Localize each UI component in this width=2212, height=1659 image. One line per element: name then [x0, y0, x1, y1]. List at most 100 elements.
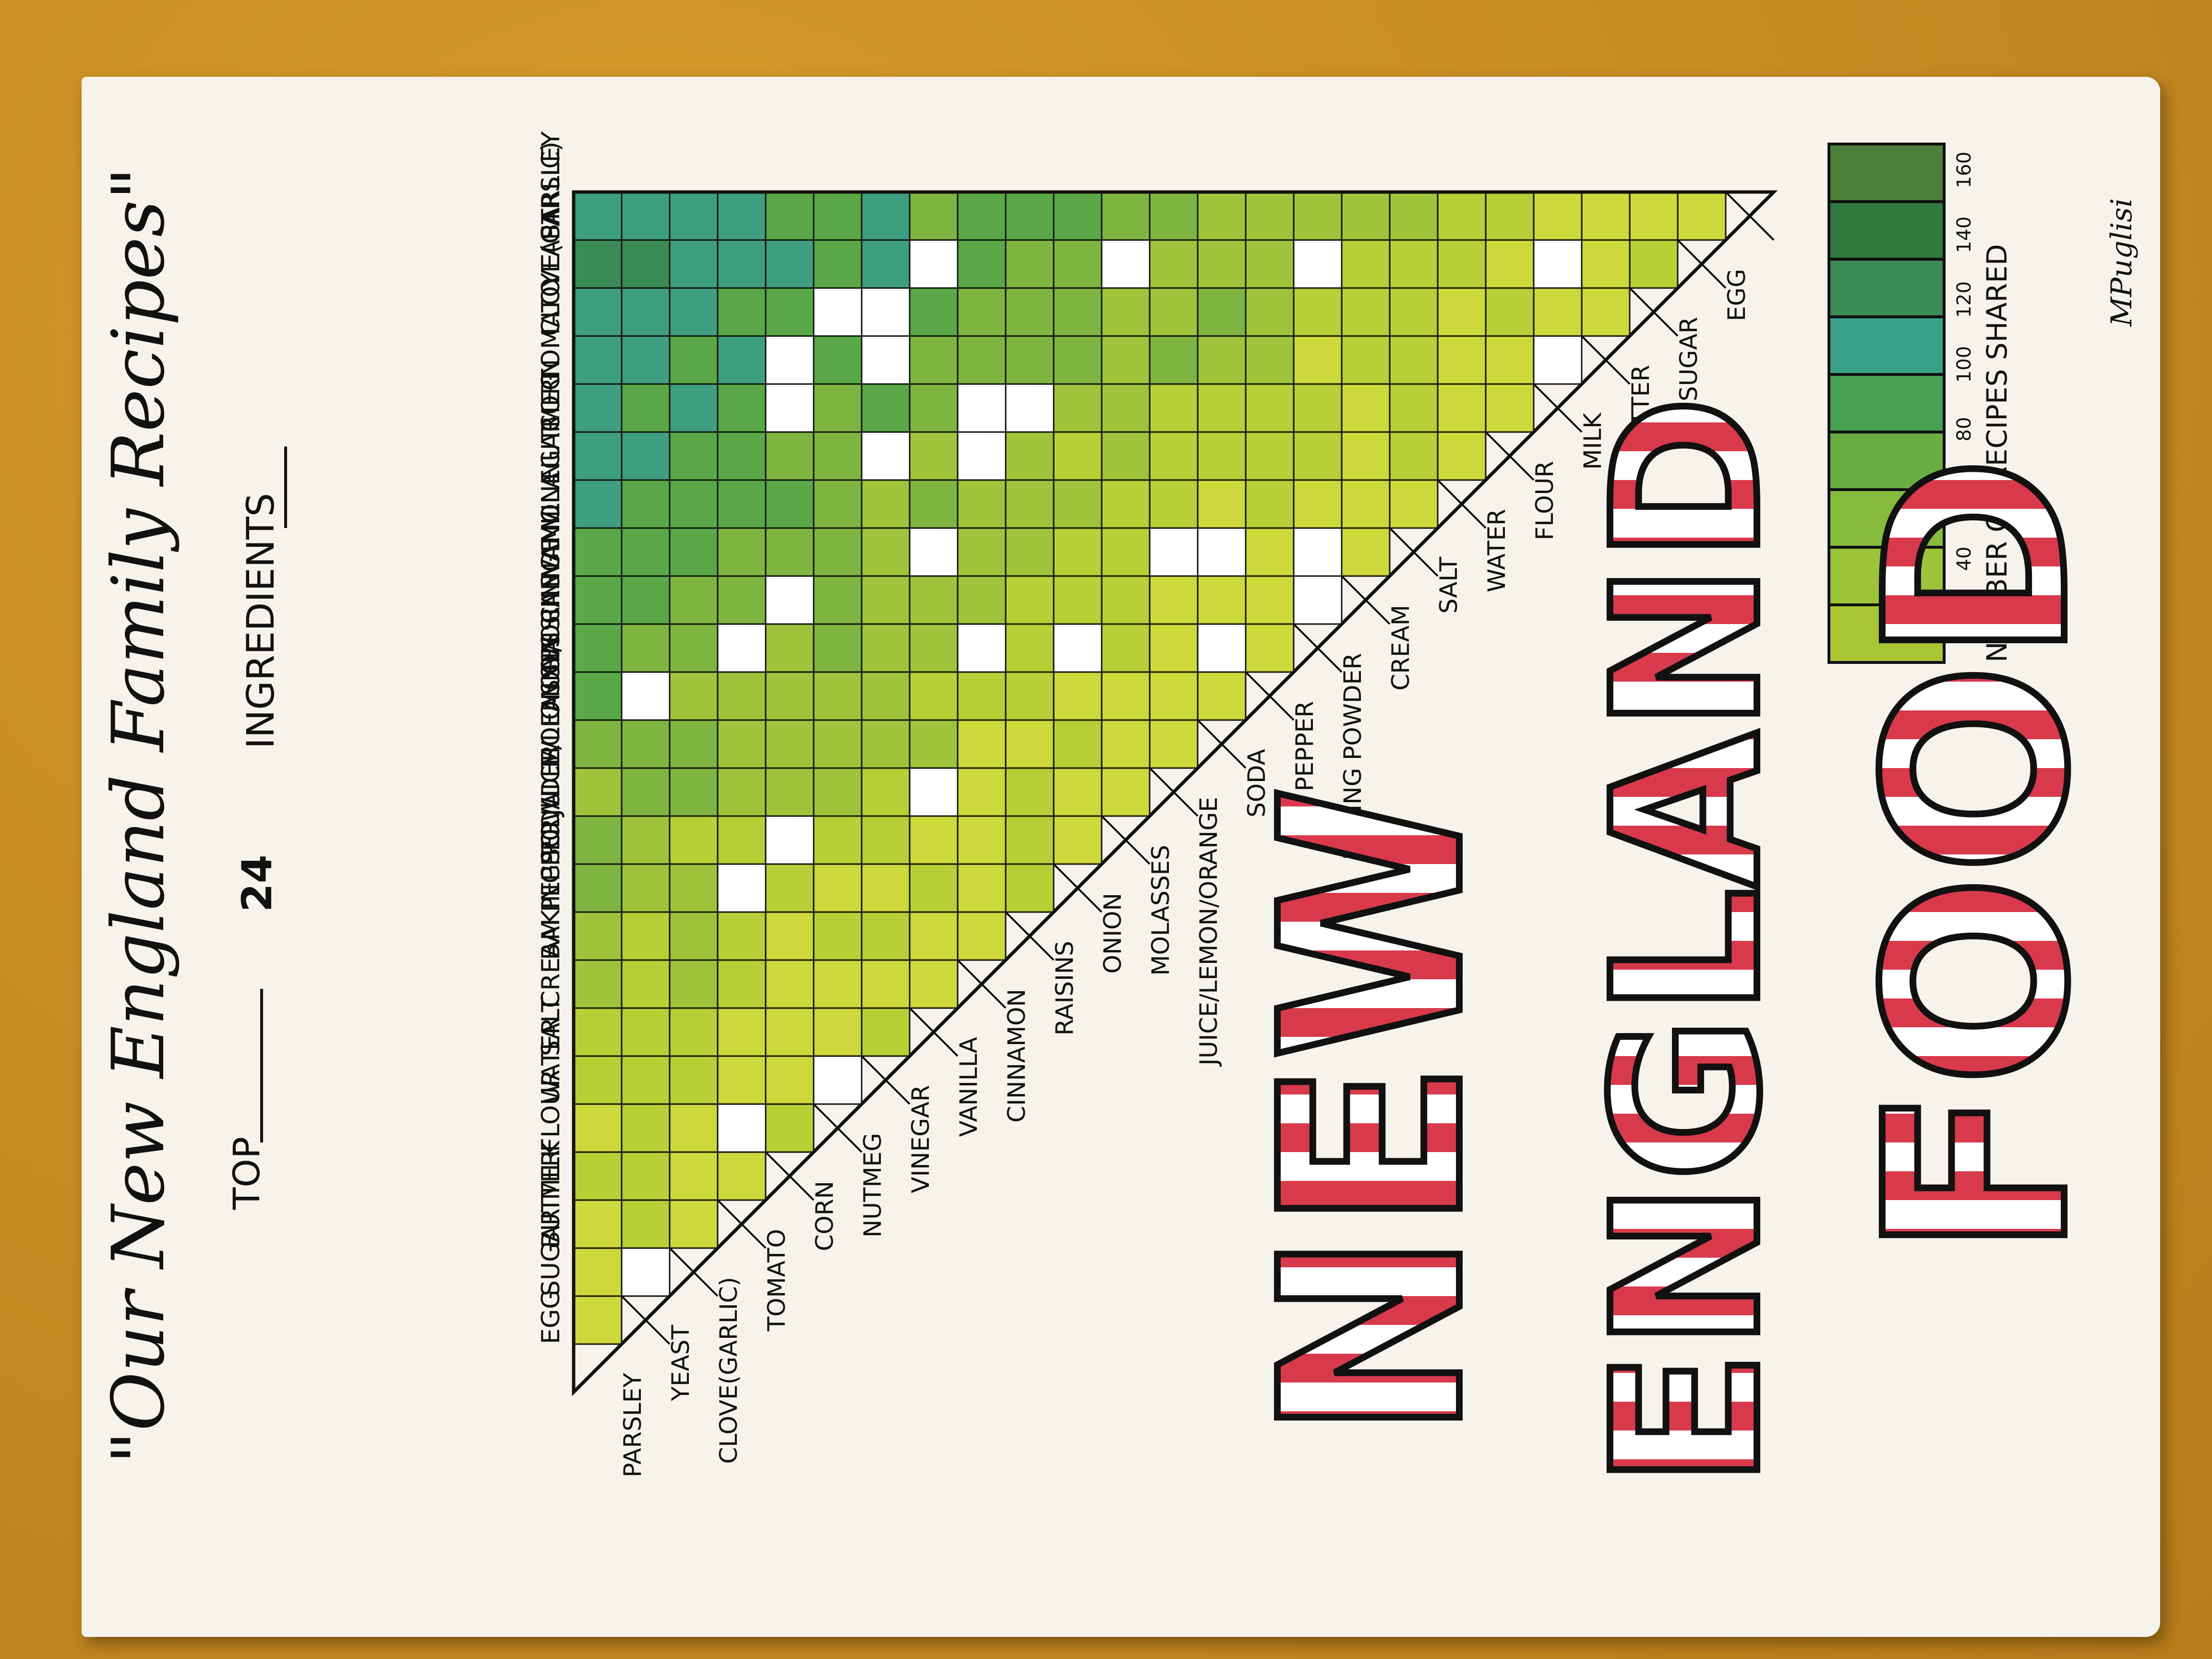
heatmap-cell [669, 1199, 719, 1249]
heatmap-cell [621, 815, 671, 865]
heatmap-cell [621, 767, 671, 817]
heatmap-cell [573, 815, 623, 865]
heatmap-cell [717, 431, 767, 481]
poster-word-new: NEW [1227, 785, 1518, 1440]
heatmap-cell [1533, 239, 1583, 289]
heatmap-cell [861, 575, 911, 625]
heatmap-cell [765, 1055, 815, 1105]
row-label: PEPPER [1291, 701, 1319, 791]
heatmap-cell [813, 623, 863, 673]
heatmap-cell [957, 239, 1007, 289]
notebook-drawing: "Our New England Family Recipes" TOP 24 … [97, 131, 2139, 1491]
heatmap-cell [669, 239, 719, 289]
heatmap-cell [669, 623, 719, 673]
heatmap-cell [813, 959, 863, 1009]
heatmap-cell [573, 911, 623, 961]
heatmap-cell [669, 719, 719, 769]
heatmap-cell [861, 431, 911, 481]
heatmap-cell [621, 191, 671, 241]
heatmap-cell [1341, 431, 1391, 481]
heatmap-cell [765, 335, 815, 385]
heatmap-cell [717, 623, 767, 673]
heatmap-cell [669, 527, 719, 577]
subtitle-count: 24 [233, 854, 281, 912]
heatmap-cell [813, 911, 863, 961]
heatmap-cell [573, 1247, 623, 1297]
heatmap-cell [1245, 575, 1295, 625]
heatmap-cell [621, 623, 671, 673]
heatmap-cell [1341, 479, 1391, 529]
heatmap-cell [1629, 239, 1679, 289]
heatmap-cell [1245, 239, 1295, 289]
heatmap-cell [573, 863, 623, 913]
row-label: VANILLA [955, 1037, 983, 1137]
heatmap-cell [1197, 383, 1247, 433]
heatmap-cell [957, 191, 1007, 241]
heatmap-cell [909, 767, 959, 817]
legend-swatch [1827, 258, 1946, 318]
heatmap-cell [1341, 239, 1391, 289]
heatmap-cell [669, 815, 719, 865]
heatmap-cell [1293, 191, 1343, 241]
heatmap-cell [621, 239, 671, 289]
heatmap-cell [573, 335, 623, 385]
heatmap-cell [813, 1055, 863, 1105]
heatmap-cell [669, 1055, 719, 1105]
signature: MPuglisi [2105, 198, 2139, 327]
heatmap-cell [957, 767, 1007, 817]
heatmap-cell [1149, 287, 1199, 337]
heatmap-cell [1245, 335, 1295, 385]
heatmap-cell [1293, 575, 1343, 625]
heatmap-cell [1053, 815, 1103, 865]
heatmap-cell [621, 959, 671, 1009]
heatmap-cell [1341, 527, 1391, 577]
heatmap-cell [813, 719, 863, 769]
heatmap-cell [1245, 479, 1295, 529]
heatmap-cell [813, 335, 863, 385]
heatmap-cell [861, 479, 911, 529]
poster-word-food: FOOD [1832, 456, 2123, 1258]
heatmap-cell [621, 671, 671, 721]
heatmap-cell [1005, 623, 1055, 673]
heatmap-cell [1005, 383, 1055, 433]
heatmap-cell [1197, 431, 1247, 481]
heatmap-cell [1005, 863, 1055, 913]
heatmap-cell [861, 767, 911, 817]
row-label: ONION [1099, 893, 1127, 974]
heatmap-cell [909, 719, 959, 769]
heatmap-cell [1341, 191, 1391, 241]
heatmap-cell [573, 959, 623, 1009]
heatmap-cell [621, 719, 671, 769]
heatmap-cell [1005, 815, 1055, 865]
heatmap-cell [573, 719, 623, 769]
heatmap-cell [669, 479, 719, 529]
heatmap-cell [1149, 623, 1199, 673]
heatmap-cell [717, 479, 767, 529]
heatmap-cell [573, 1199, 623, 1249]
heatmap-cell [1101, 719, 1151, 769]
heatmap-cell [1245, 191, 1295, 241]
heatmap-cell [813, 527, 863, 577]
heatmap-cell [1053, 575, 1103, 625]
heatmap-cell [909, 479, 959, 529]
heatmap-cell [1197, 623, 1247, 673]
heatmap-cell [669, 1151, 719, 1201]
heatmap-cell [717, 335, 767, 385]
heatmap-cell [1149, 431, 1199, 481]
heatmap-cell [1245, 623, 1295, 673]
heatmap-cell [909, 431, 959, 481]
heatmap-cell [1149, 383, 1199, 433]
heatmap-cell [573, 239, 623, 289]
heatmap-cell [957, 431, 1007, 481]
heatmap-cell [621, 287, 671, 337]
column-label: EGG [537, 1290, 565, 1344]
heatmap-cell [573, 431, 623, 481]
heatmap-cell [957, 383, 1007, 433]
heatmap-cell [717, 1007, 767, 1057]
heatmap-cell [1005, 527, 1055, 577]
heatmap-cell [861, 623, 911, 673]
heatmap-cell [621, 1055, 671, 1105]
heatmap-cell [813, 191, 863, 241]
heatmap-cell [813, 287, 863, 337]
heatmap-cell [1629, 191, 1679, 241]
